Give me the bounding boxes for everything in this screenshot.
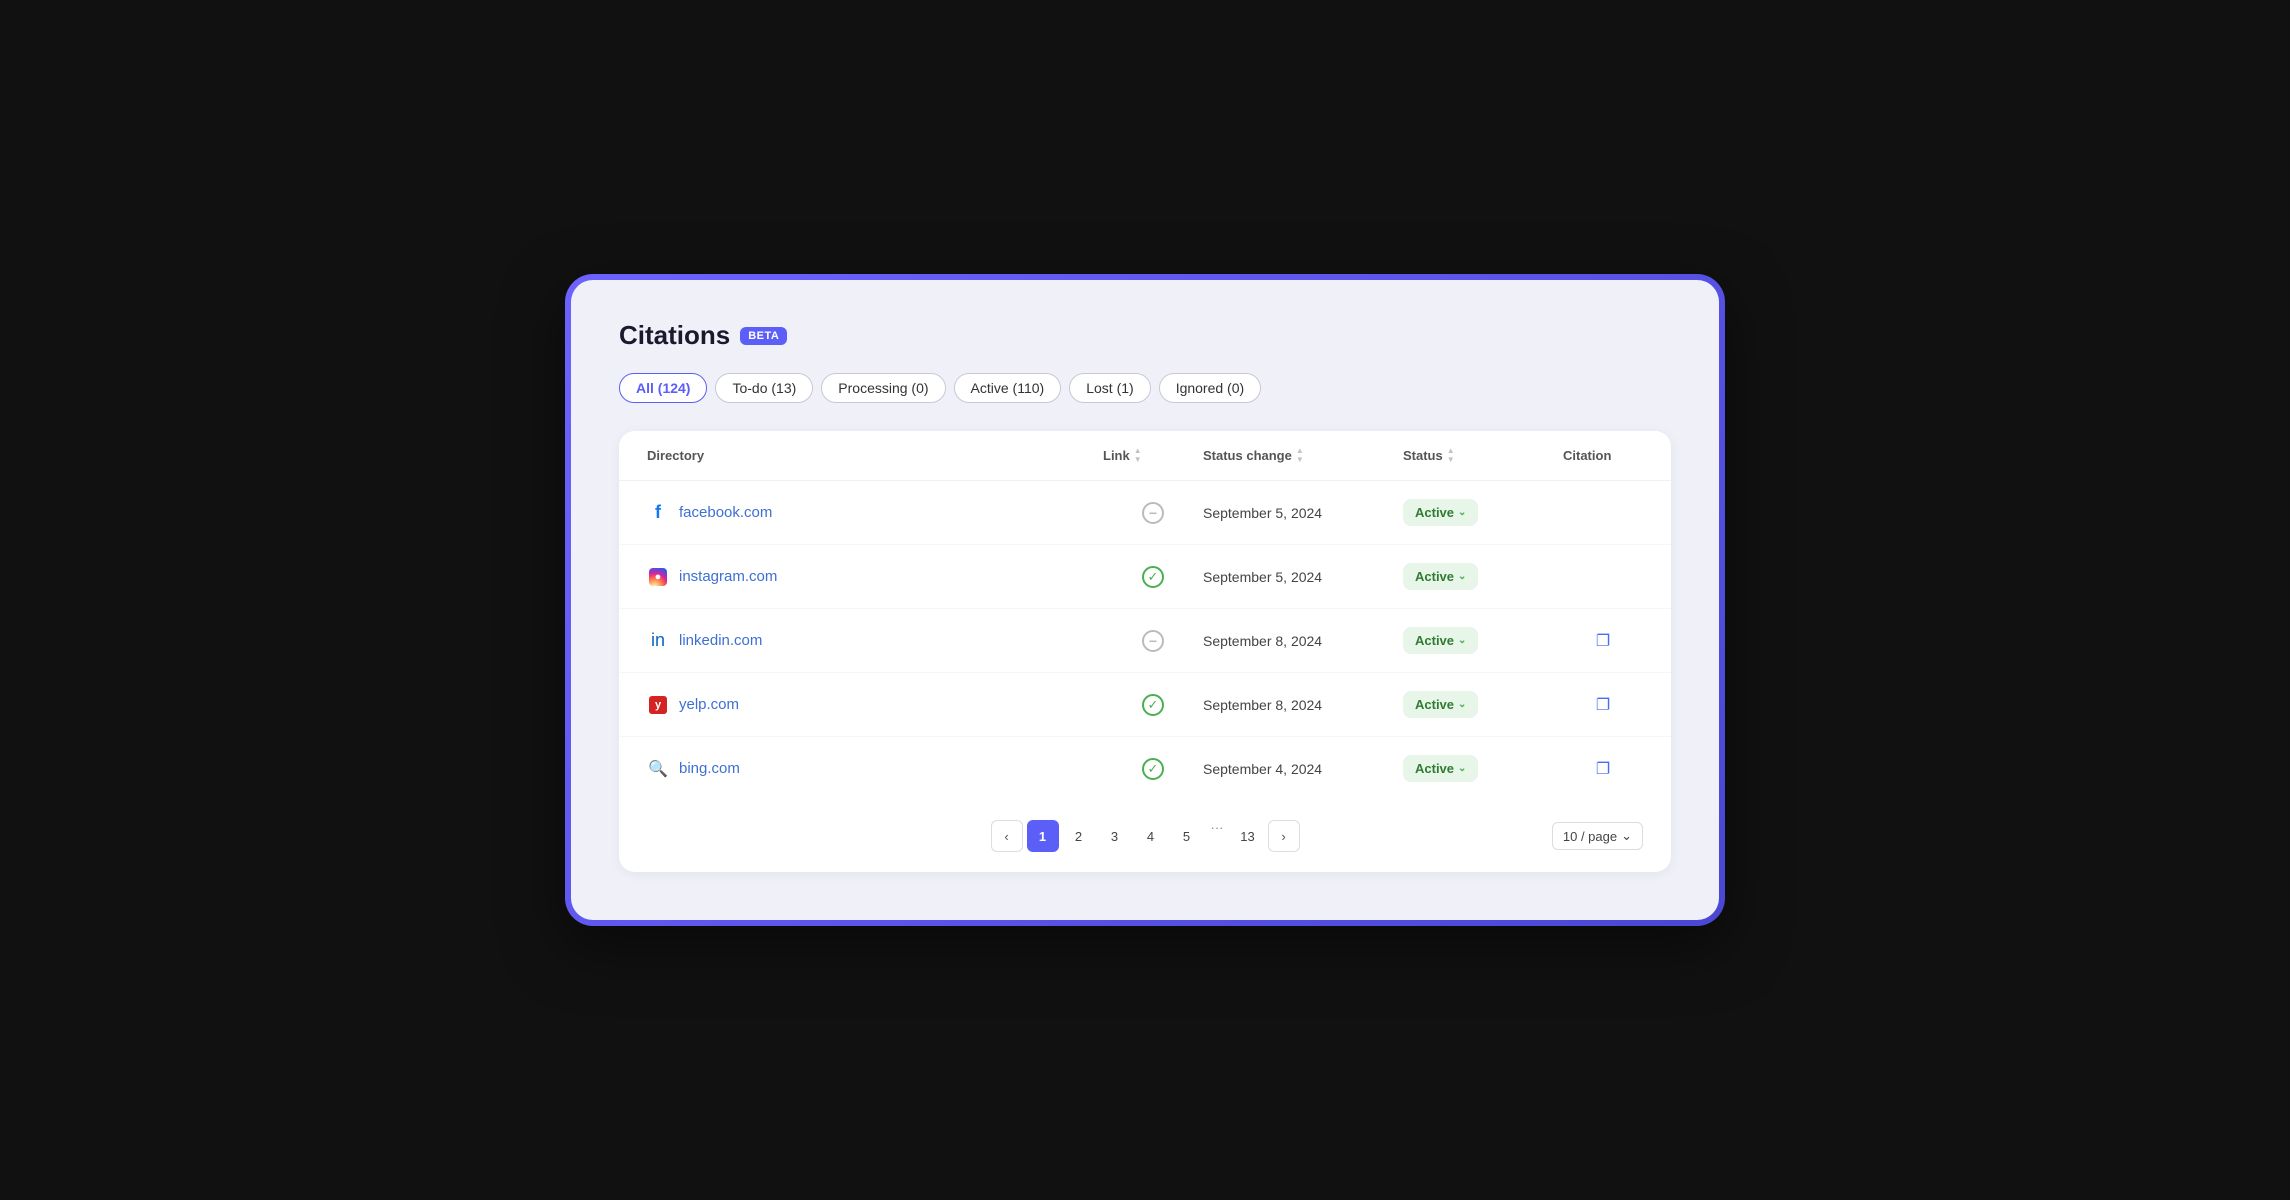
status-change-sort[interactable]: ▲▼ xyxy=(1296,447,1304,464)
page-button-3[interactable]: 3 xyxy=(1099,820,1131,852)
col-status: Status ▲▼ xyxy=(1403,447,1563,464)
external-link-icon[interactable]: ❐ xyxy=(1596,695,1610,715)
date-cell: September 5, 2024 xyxy=(1203,505,1403,521)
table-row: 🔍 bing.com ✓ September 4, 2024 Active ⌄ … xyxy=(619,737,1671,800)
citations-table: Directory Link ▲▼ Status change ▲▼ Statu… xyxy=(619,431,1671,872)
prev-page-button[interactable]: ‹ xyxy=(991,820,1023,852)
citation-cell: ❐ xyxy=(1563,631,1643,651)
status-label: Active xyxy=(1415,505,1454,520)
status-sort[interactable]: ▲▼ xyxy=(1447,447,1455,464)
directory-cell: 🔍 bing.com xyxy=(647,758,1103,780)
directory-link[interactable]: yelp.com xyxy=(679,696,739,713)
filter-tab-todo[interactable]: To-do (13) xyxy=(715,373,813,403)
link-check-icon: ✓ xyxy=(1142,694,1164,716)
status-cell: Active ⌄ xyxy=(1403,563,1563,590)
status-chevron: ⌄ xyxy=(1458,571,1466,582)
status-cell: Active ⌄ xyxy=(1403,755,1563,782)
outer-wrapper: Citations BETA All (124) To-do (13) Proces… xyxy=(565,274,1725,926)
status-chevron: ⌄ xyxy=(1458,635,1466,646)
table-row: ● instagram.com ✓ September 5, 2024 Acti… xyxy=(619,545,1671,609)
bing-icon: 🔍 xyxy=(647,758,669,780)
instagram-icon: ● xyxy=(647,566,669,588)
next-page-button[interactable]: › xyxy=(1268,820,1300,852)
status-cell: Active ⌄ xyxy=(1403,627,1563,654)
filter-tab-all[interactable]: All (124) xyxy=(619,373,707,403)
status-cell: Active ⌄ xyxy=(1403,691,1563,718)
yelp-icon: y xyxy=(647,694,669,716)
link-cell: − xyxy=(1103,502,1203,524)
beta-badge: BETA xyxy=(740,327,787,345)
status-badge[interactable]: Active ⌄ xyxy=(1403,499,1478,526)
page-button-2[interactable]: 2 xyxy=(1063,820,1095,852)
page-button-5[interactable]: 5 xyxy=(1171,820,1203,852)
directory-link[interactable]: instagram.com xyxy=(679,568,777,585)
col-link: Link ▲▼ xyxy=(1103,447,1203,464)
status-chevron: ⌄ xyxy=(1458,699,1466,710)
link-check-icon: ✓ xyxy=(1142,566,1164,588)
status-label: Active xyxy=(1415,633,1454,648)
page-title: Citations xyxy=(619,320,730,351)
per-page-selector[interactable]: 10 / page ⌄ xyxy=(1552,822,1643,850)
filter-tab-active[interactable]: Active (110) xyxy=(954,373,1062,403)
link-check-icon: ✓ xyxy=(1142,758,1164,780)
directory-cell: f facebook.com xyxy=(647,502,1103,524)
status-badge[interactable]: Active ⌄ xyxy=(1403,691,1478,718)
link-minus-icon: − xyxy=(1142,630,1164,652)
directory-cell: in linkedin.com xyxy=(647,630,1103,652)
link-cell: − xyxy=(1103,630,1203,652)
date-cell: September 5, 2024 xyxy=(1203,569,1403,585)
directory-cell: ● instagram.com xyxy=(647,566,1103,588)
link-minus-icon: − xyxy=(1142,502,1164,524)
col-citation: Citation xyxy=(1563,447,1643,464)
pagination: ‹ 12345···13 › 10 / page ⌄ xyxy=(619,800,1671,872)
citation-cell: ❐ xyxy=(1563,695,1643,715)
table-row: in linkedin.com − September 8, 2024 Acti… xyxy=(619,609,1671,673)
status-label: Active xyxy=(1415,569,1454,584)
link-sort[interactable]: ▲▼ xyxy=(1134,447,1142,464)
citation-cell: ❐ xyxy=(1563,759,1643,779)
table-body: f facebook.com − September 5, 2024 Activ… xyxy=(619,481,1671,800)
filter-tab-processing[interactable]: Processing (0) xyxy=(821,373,945,403)
status-badge[interactable]: Active ⌄ xyxy=(1403,627,1478,654)
status-label: Active xyxy=(1415,761,1454,776)
page-buttons: 12345···13 xyxy=(1027,820,1264,852)
page-ellipsis: ··· xyxy=(1207,820,1228,852)
linkedin-icon: in xyxy=(647,630,669,652)
table-header: Directory Link ▲▼ Status change ▲▼ Statu… xyxy=(619,431,1671,481)
date-cell: September 4, 2024 xyxy=(1203,761,1403,777)
filter-tab-lost[interactable]: Lost (1) xyxy=(1069,373,1150,403)
table-row: f facebook.com − September 5, 2024 Activ… xyxy=(619,481,1671,545)
link-cell: ✓ xyxy=(1103,758,1203,780)
status-chevron: ⌄ xyxy=(1458,763,1466,774)
filter-tab-ignored[interactable]: Ignored (0) xyxy=(1159,373,1261,403)
status-label: Active xyxy=(1415,697,1454,712)
date-cell: September 8, 2024 xyxy=(1203,633,1403,649)
status-cell: Active ⌄ xyxy=(1403,499,1563,526)
filter-tabs: All (124) To-do (13) Processing (0) Active … xyxy=(619,373,1671,403)
title-row: Citations BETA xyxy=(619,320,1671,351)
date-cell: September 8, 2024 xyxy=(1203,697,1403,713)
facebook-icon: f xyxy=(647,502,669,524)
link-cell: ✓ xyxy=(1103,694,1203,716)
directory-link[interactable]: facebook.com xyxy=(679,504,772,521)
page-button-1[interactable]: 1 xyxy=(1027,820,1059,852)
external-link-icon[interactable]: ❐ xyxy=(1596,759,1610,779)
main-card: Citations BETA All (124) To-do (13) Proces… xyxy=(571,280,1719,920)
page-button-13[interactable]: 13 xyxy=(1232,820,1264,852)
page-button-4[interactable]: 4 xyxy=(1135,820,1167,852)
directory-link[interactable]: linkedin.com xyxy=(679,632,762,649)
table-row: y yelp.com ✓ September 8, 2024 Active ⌄ … xyxy=(619,673,1671,737)
col-status-change: Status change ▲▼ xyxy=(1203,447,1403,464)
status-badge[interactable]: Active ⌄ xyxy=(1403,755,1478,782)
status-badge[interactable]: Active ⌄ xyxy=(1403,563,1478,590)
external-link-icon[interactable]: ❐ xyxy=(1596,631,1610,651)
directory-link[interactable]: bing.com xyxy=(679,760,740,777)
status-chevron: ⌄ xyxy=(1458,507,1466,518)
link-cell: ✓ xyxy=(1103,566,1203,588)
directory-cell: y yelp.com xyxy=(647,694,1103,716)
col-directory: Directory xyxy=(647,447,1103,464)
